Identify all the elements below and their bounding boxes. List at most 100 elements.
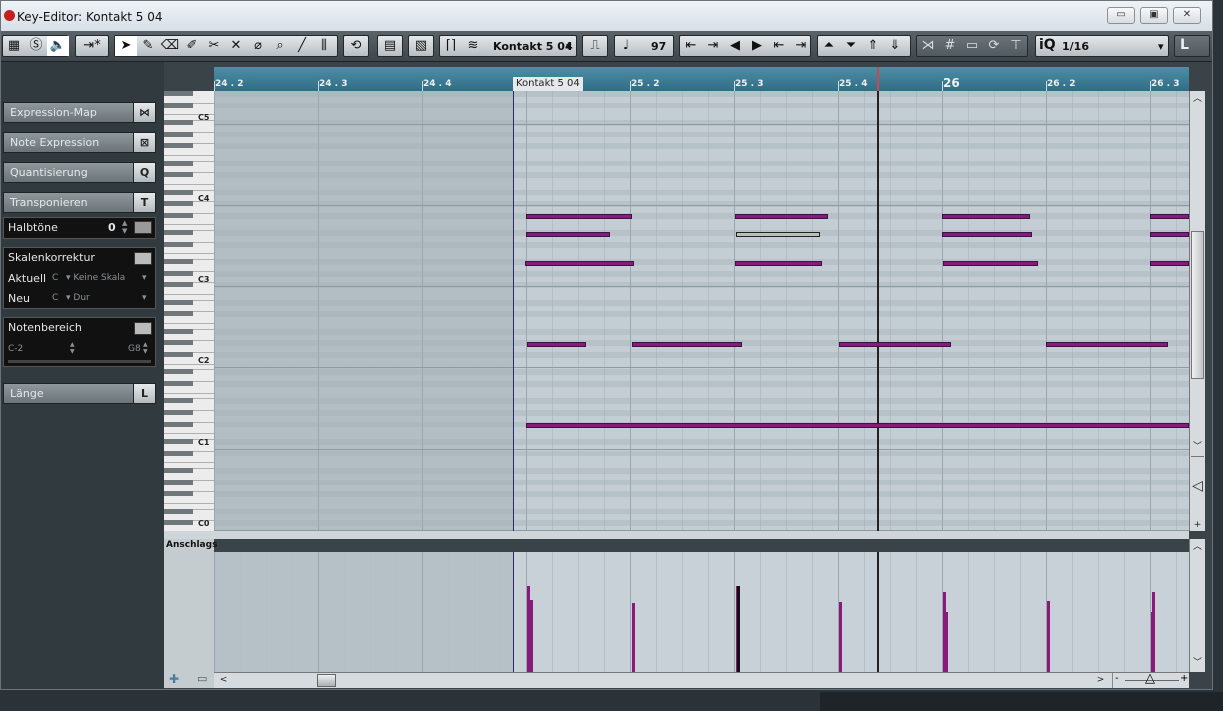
midi-note[interactable] <box>1150 261 1189 266</box>
zoom-out-icon[interactable]: - <box>1115 673 1119 684</box>
velocity-bar[interactable] <box>945 612 948 672</box>
velocity-bar[interactable] <box>632 603 635 672</box>
pencil-tool-icon[interactable]: ✎ <box>137 36 159 56</box>
piano-black-key[interactable] <box>164 520 193 526</box>
notenbereich-low-field[interactable]: C-2 <box>8 344 23 354</box>
piano-black-key[interactable] <box>164 102 193 108</box>
edit-in-place-icon[interactable]: ▧ <box>410 36 432 56</box>
piano-black-key[interactable] <box>164 230 193 236</box>
playhead-line[interactable] <box>877 552 879 672</box>
piano-white-key[interactable] <box>164 294 214 295</box>
midi-note-selected[interactable] <box>736 232 820 237</box>
velocity-bar[interactable] <box>1152 592 1155 672</box>
piano-black-key[interactable] <box>164 340 193 346</box>
part-list-icon[interactable]: ≋ <box>462 36 484 56</box>
grid-type-icon[interactable]: ▭ <box>961 36 983 56</box>
piano-black-key[interactable] <box>164 189 193 195</box>
lane-preset-icon[interactable]: ▭ <box>197 672 207 685</box>
piano-white-key[interactable] <box>164 224 214 226</box>
piano-black-key[interactable] <box>164 282 193 288</box>
piano-white-key[interactable] <box>164 502 214 504</box>
piano-black-key[interactable] <box>164 299 193 305</box>
octave-up-icon[interactable]: ⇑ <box>862 36 884 56</box>
piano-black-key[interactable] <box>164 160 193 166</box>
note-grid[interactable] <box>214 91 1189 531</box>
halbtoene-apply-icon[interactable] <box>134 221 152 234</box>
velocity-field[interactable]: 97 <box>651 40 666 54</box>
scroll-left-icon[interactable]: < <box>217 674 230 686</box>
velocity-lane-label[interactable]: Anschlags <box>164 539 217 552</box>
minimize-button[interactable]: ▭ <box>1107 7 1135 24</box>
chevron-down-icon[interactable]: ▾ <box>1158 40 1164 54</box>
octave-down-icon[interactable]: ⇓ <box>884 36 906 56</box>
midi-note[interactable] <box>942 214 1030 219</box>
piano-black-key[interactable] <box>164 439 193 444</box>
midi-note[interactable] <box>526 214 632 219</box>
chevron-down-icon[interactable]: ▾ <box>142 293 147 303</box>
inspector-quantisierung[interactable]: Quantisierung Q <box>3 162 156 183</box>
midi-note[interactable] <box>1150 214 1189 219</box>
midi-note[interactable] <box>1046 342 1168 347</box>
piano-white-key[interactable] <box>164 253 214 255</box>
transpose-up-icon[interactable]: ⏶ <box>818 36 840 56</box>
inspector-transponieren[interactable]: Transponieren T <box>3 192 156 213</box>
piano-white-key[interactable] <box>164 154 214 156</box>
midi-note[interactable] <box>735 214 828 219</box>
chevron-down-icon[interactable]: ▾ <box>142 273 147 283</box>
velocity-bar-selected[interactable] <box>737 586 740 672</box>
scroll-down-icon[interactable]: ﹀ <box>1191 441 1204 453</box>
nudge-right-icon[interactable]: ▶ <box>746 36 768 56</box>
chevron-down-icon[interactable]: ▾ <box>566 40 572 54</box>
notenbereich-high-field[interactable]: G8 <box>128 344 141 354</box>
playhead-line[interactable] <box>877 91 879 531</box>
scroll-up-icon[interactable]: ︿ <box>1191 93 1204 105</box>
piano-black-key[interactable] <box>164 328 193 334</box>
midi-note[interactable] <box>632 342 742 347</box>
horizontal-zoom[interactable]: - △ + <box>1112 671 1189 688</box>
midi-note[interactable] <box>1150 232 1189 237</box>
nudge-start-right-icon[interactable]: ⇥ <box>702 36 724 56</box>
notenbereich-low-spin-icon[interactable]: ▲ ▼ <box>70 341 75 355</box>
velocity-bar[interactable] <box>1047 601 1050 672</box>
vertical-scroll-thumb[interactable] <box>1191 231 1204 379</box>
inspector-note-expression[interactable]: Note Expression ⊠ <box>3 132 156 153</box>
piano-black-key[interactable] <box>164 241 193 247</box>
piano-black-key[interactable] <box>164 311 193 317</box>
piano-black-key[interactable] <box>164 450 193 456</box>
piano-black-key[interactable] <box>164 398 193 404</box>
piano-black-key[interactable] <box>164 508 193 514</box>
piano-white-key[interactable] <box>164 433 214 435</box>
aktuell-root-select[interactable]: C <box>52 273 58 283</box>
piano-black-key[interactable] <box>164 131 193 137</box>
piano-black-key[interactable] <box>164 352 193 357</box>
ruler[interactable]: 24 . 2 24 . 3 24 . 4 25 . 2 25 . 3 25 . 4 26 26… <box>214 67 1189 91</box>
midi-note[interactable] <box>943 261 1038 266</box>
nudge-end-right-icon[interactable]: ⇥ <box>790 36 812 56</box>
velocity-bar[interactable] <box>530 600 533 672</box>
piano-black-key[interactable] <box>164 410 193 415</box>
midi-note[interactable] <box>942 232 1032 237</box>
notenbereich-high-spin-icon[interactable]: ▲ ▼ <box>143 341 148 355</box>
piano-keyboard[interactable]: C5 C4 C3 C2 C1 C0 <box>164 91 214 533</box>
piano-white-key[interactable] <box>164 392 214 394</box>
midi-note[interactable] <box>525 261 634 266</box>
notenbereich-slider[interactable] <box>8 360 151 363</box>
quantize-select[interactable]: 1/16 <box>1062 40 1089 54</box>
horizontal-scrollbar[interactable]: < > - △ + <box>214 671 1189 688</box>
scroll-down-icon[interactable]: ﹀ <box>1191 657 1204 669</box>
inspector-expression-map[interactable]: Expression-Map ⋈ <box>3 102 156 123</box>
piano-black-key[interactable] <box>164 270 193 276</box>
length-quantize-button[interactable]: L <box>1180 38 1189 52</box>
inspector-toggle-icon[interactable]: ▦ <box>3 36 25 56</box>
nudge-end-left-icon[interactable]: ⇤ <box>768 36 790 56</box>
loop-icon[interactable]: ⟲ <box>345 36 367 56</box>
piano-black-key[interactable] <box>164 91 193 96</box>
playhead-marker[interactable] <box>877 67 879 91</box>
midi-note[interactable] <box>526 232 610 237</box>
piano-black-key[interactable] <box>164 479 193 485</box>
close-button[interactable]: ✕ <box>1173 7 1201 24</box>
notenbereich-toggle[interactable] <box>134 322 152 335</box>
halbtoene-spin-icon[interactable]: ▲ ▼ <box>122 219 127 235</box>
split-tool-icon[interactable]: ✂ <box>203 36 225 56</box>
midi-note[interactable] <box>839 342 951 347</box>
